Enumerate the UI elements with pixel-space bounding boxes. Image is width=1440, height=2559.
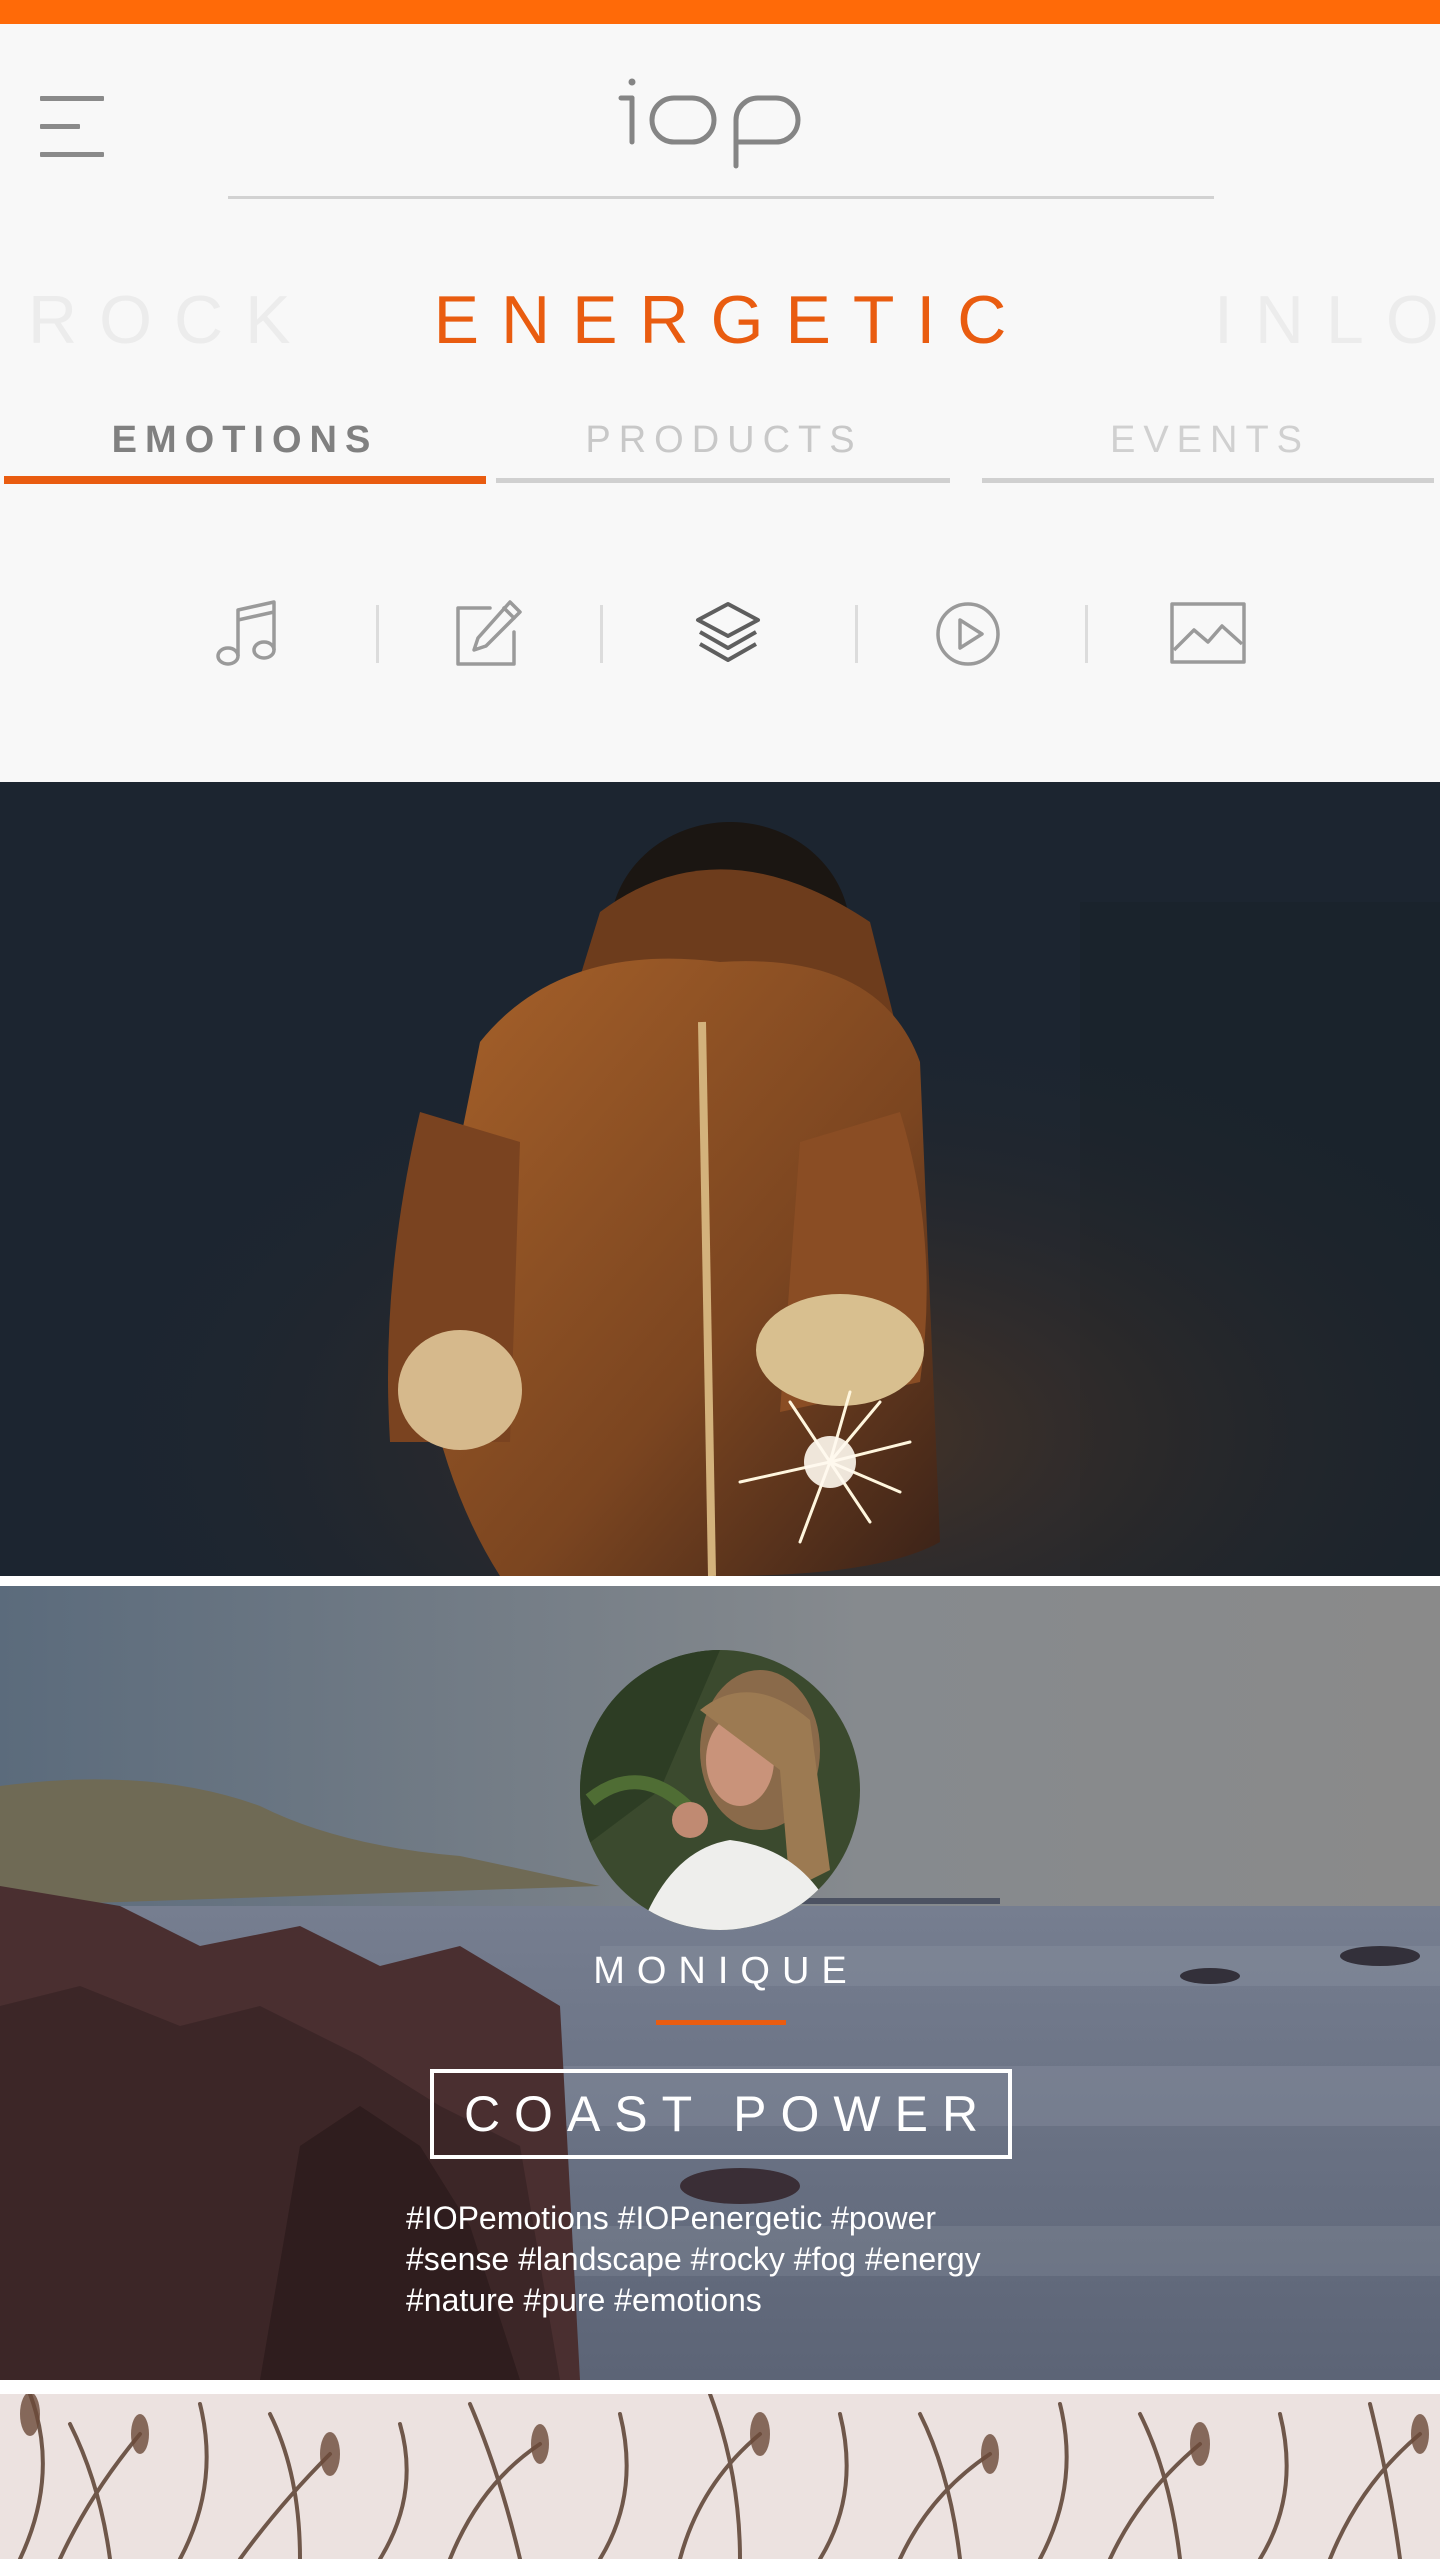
filter-separator [376,605,379,663]
author-underline [656,2020,786,2025]
filter-separator [600,605,603,663]
music-note-icon[interactable] [206,598,286,670]
feed-divider [0,2380,1440,2394]
tab-products-underline [496,478,950,483]
filter-separator [855,605,858,663]
child-with-sparkler-photo[interactable] [0,782,1440,1576]
post-title[interactable]: COAST POWER [430,2069,1012,2159]
dry-grass-photo[interactable] [0,2394,1440,2559]
tab-emotions-indicator [4,476,486,484]
header-divider [228,196,1214,199]
feed-divider [0,1576,1440,1586]
hashtag-line[interactable]: #sense #landscape #rocky #fog #energy [406,2239,1106,2280]
hashtag-line[interactable]: #IOPemotions #IOPenergetic #power [406,2198,1106,2239]
edit-pencil-icon[interactable] [446,598,526,670]
tab-products[interactable]: PRODUCTS [496,410,952,470]
hamburger-menu-icon[interactable] [40,92,106,164]
mood-next[interactable]: INLO [1214,280,1440,360]
filter-separator [1085,605,1088,663]
layers-icon[interactable] [688,598,768,670]
tab-emotions[interactable]: EMOTIONS [0,410,490,470]
hashtags: #IOPemotions #IOPenergetic #power #sense… [406,2198,1106,2321]
hashtag-line[interactable]: #nature #pure #emotions [406,2280,1106,2321]
play-circle-icon[interactable] [928,598,1008,670]
image-icon[interactable] [1168,598,1248,670]
iop-logo[interactable] [600,60,840,170]
author-name[interactable]: MONIQUE [0,1950,1440,1993]
author-avatar-photo [580,1650,860,1930]
author-avatar[interactable] [580,1650,860,1930]
tab-events[interactable]: EVENTS [982,410,1438,470]
tab-events-underline [982,478,1434,483]
accent-top-bar [0,0,1440,24]
